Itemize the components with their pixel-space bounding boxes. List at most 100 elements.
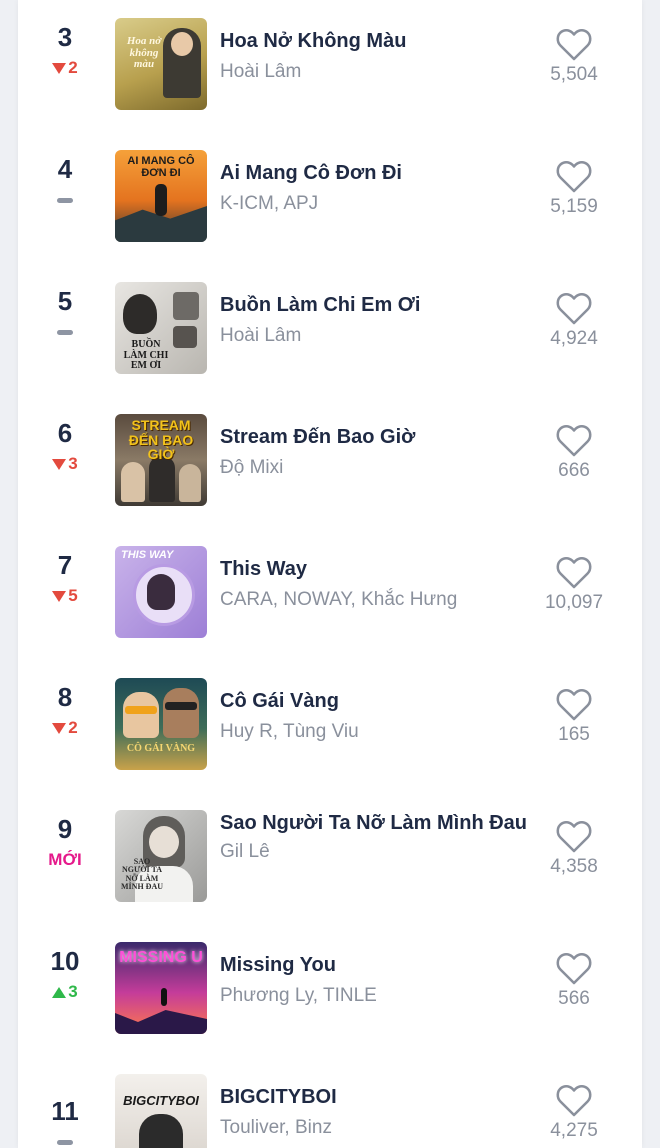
heart-outline-icon[interactable] xyxy=(555,950,593,986)
song-cover[interactable]: BUỒN LÀM CHI EM ƠI xyxy=(115,282,207,374)
rank-change-value: 3 xyxy=(68,982,78,1001)
new-entry-badge: MỚI xyxy=(48,850,82,869)
chart-row[interactable]: 10 3 MISSING U Missing You Phương Ly, TI… xyxy=(18,924,642,1056)
like-count: 5,504 xyxy=(550,64,598,85)
song-title[interactable]: Missing You xyxy=(220,952,530,978)
song-info: Stream Đến Bao Giờ Độ Mixi xyxy=(220,424,530,480)
song-info: Hoa Nở Không Màu Hoài Lâm xyxy=(220,28,530,84)
heart-outline-icon[interactable] xyxy=(555,290,593,326)
like-count: 4,275 xyxy=(550,1120,598,1141)
song-cover[interactable]: AI MANG CÔ ĐƠN ĐI xyxy=(115,150,207,242)
cover-artwork xyxy=(163,688,199,738)
chart-row[interactable]: 8 2 CÔ GÁI VÀNG Cô Gái Vàng Huy R, Tùng … xyxy=(18,660,642,792)
song-cover[interactable]: Hoa nở không màu xyxy=(115,18,207,110)
rank-block: 5 xyxy=(28,286,102,344)
song-artist[interactable]: Hoài Lâm xyxy=(220,60,530,84)
rank-block: 11 xyxy=(28,1096,102,1148)
song-info: Buồn Làm Chi Em Ơi Hoài Lâm xyxy=(220,292,530,348)
cover-artwork xyxy=(173,326,197,348)
song-title[interactable]: BIGCITYBOI xyxy=(220,1084,530,1110)
heart-outline-icon[interactable] xyxy=(555,422,593,458)
song-artist[interactable]: Huy R, Tùng Viu xyxy=(220,720,530,744)
like-block: 10,097 xyxy=(530,554,618,614)
rank-change-value: 2 xyxy=(68,58,78,77)
rank-change: MỚI xyxy=(28,848,102,872)
cover-title: THIS WAY xyxy=(121,549,174,561)
chart-row[interactable]: 6 3 STREAM ĐẾN BAO GIỜ Stream Đến Bao Gi… xyxy=(18,396,642,528)
chart-row[interactable]: 7 5 THIS WAY This Way CARA, NOWAY, Khắc … xyxy=(18,528,642,660)
like-count: 4,924 xyxy=(550,328,598,349)
like-block: 4,358 xyxy=(530,818,618,878)
heart-outline-icon[interactable] xyxy=(555,554,593,590)
rank-number: 8 xyxy=(57,682,73,712)
song-title[interactable]: This Way xyxy=(220,556,530,582)
chart-list: 3 2 Hoa nở không màu Hoa Nở Không Màu Ho… xyxy=(18,0,642,1148)
cover-artwork xyxy=(123,294,157,334)
cover-artwork xyxy=(149,456,175,502)
rank-block: 7 5 xyxy=(28,550,102,608)
chart-row[interactable]: 11 BIGCITYBOI BIGCITYBOI Touliver, Binz … xyxy=(18,1056,642,1148)
cover-title: STREAM ĐẾN BAO GIỜ xyxy=(128,417,194,463)
rank-change: 5 xyxy=(28,584,102,608)
song-artist[interactable]: Gil Lê xyxy=(220,840,530,864)
heart-outline-icon[interactable] xyxy=(555,158,593,194)
song-artist[interactable]: CARA, NOWAY, Khắc Hưng xyxy=(220,588,530,612)
dash-icon xyxy=(57,1139,73,1145)
rank-number: 9 xyxy=(57,814,73,844)
song-cover[interactable]: MISSING U xyxy=(115,942,207,1034)
song-artist[interactable]: Touliver, Binz xyxy=(220,1116,530,1140)
song-title[interactable]: Buồn Làm Chi Em Ơi xyxy=(220,292,530,318)
heart-outline-icon[interactable] xyxy=(555,818,593,854)
like-block: 4,275 xyxy=(530,1082,618,1142)
rank-number: 7 xyxy=(57,550,73,580)
song-title[interactable]: Stream Đến Bao Giờ xyxy=(220,424,530,450)
heart-outline-icon[interactable] xyxy=(555,26,593,62)
rank-number: 10 xyxy=(50,946,80,976)
song-info: Cô Gái Vàng Huy R, Tùng Viu xyxy=(220,688,530,744)
cover-artwork xyxy=(115,1010,207,1034)
song-title[interactable]: Cô Gái Vàng xyxy=(220,688,530,714)
chart-row[interactable]: 5 BUỒN LÀM CHI EM ƠI Buồn Làm Chi Em Ơi … xyxy=(18,264,642,396)
triangle-down-icon xyxy=(52,458,67,470)
like-block: 666 xyxy=(530,422,618,482)
rank-change xyxy=(28,1130,102,1148)
song-title[interactable]: Hoa Nở Không Màu xyxy=(220,28,530,54)
like-count: 4,358 xyxy=(550,856,598,877)
like-count: 566 xyxy=(558,988,590,1009)
song-info: Sao Người Ta Nỡ Làm Mình Đau Gil Lê xyxy=(220,810,530,864)
song-info: Missing You Phương Ly, TINLE xyxy=(220,952,530,1008)
song-cover[interactable]: BIGCITYBOI xyxy=(115,1074,207,1148)
song-title[interactable]: Ai Mang Cô Đơn Đi xyxy=(220,160,530,186)
cover-artwork xyxy=(165,702,197,710)
cover-title: CÔ GÁI VÀNG xyxy=(126,743,196,754)
song-cover[interactable]: STREAM ĐẾN BAO GIỜ xyxy=(115,414,207,506)
song-title[interactable]: Sao Người Ta Nỡ Làm Mình Đau xyxy=(220,810,530,836)
like-block: 5,159 xyxy=(530,158,618,218)
chart-row[interactable]: 4 AI MANG CÔ ĐƠN ĐI Ai Mang Cô Đơn Đi K-… xyxy=(18,132,642,264)
rank-change-value: 5 xyxy=(68,586,78,605)
song-artist[interactable]: Độ Mixi xyxy=(220,456,530,480)
cover-title: BUỒN LÀM CHI EM ƠI xyxy=(123,339,169,371)
heart-outline-icon[interactable] xyxy=(555,1082,593,1118)
song-cover[interactable]: THIS WAY xyxy=(115,546,207,638)
like-count: 10,097 xyxy=(544,592,604,613)
song-cover[interactable]: SAO NGƯỜI TA NỠ LÀM MÌNH ĐAU xyxy=(115,810,207,902)
cover-artwork xyxy=(155,184,167,216)
chart-row[interactable]: 9 MỚI SAO NGƯỜI TA NỠ LÀM MÌNH ĐAU Sao N… xyxy=(18,792,642,924)
song-artist[interactable]: Phương Ly, TINLE xyxy=(220,984,530,1008)
cover-artwork xyxy=(139,1114,183,1148)
dash-icon xyxy=(57,197,73,203)
chart-row[interactable]: 3 2 Hoa nở không màu Hoa Nở Không Màu Ho… xyxy=(18,0,642,132)
song-artist[interactable]: K-ICM, APJ xyxy=(220,192,530,216)
rank-block: 10 3 xyxy=(28,946,102,1004)
rank-change xyxy=(28,188,102,212)
cover-artwork xyxy=(149,826,179,858)
heart-outline-icon[interactable] xyxy=(555,686,593,722)
rank-block: 4 xyxy=(28,154,102,212)
rank-block: 8 2 xyxy=(28,682,102,740)
song-artist[interactable]: Hoài Lâm xyxy=(220,324,530,348)
song-cover[interactable]: CÔ GÁI VÀNG xyxy=(115,678,207,770)
cover-title: AI MANG CÔ ĐƠN ĐI xyxy=(127,155,195,179)
cover-title: MISSING U xyxy=(119,949,203,966)
like-count: 666 xyxy=(558,460,590,481)
